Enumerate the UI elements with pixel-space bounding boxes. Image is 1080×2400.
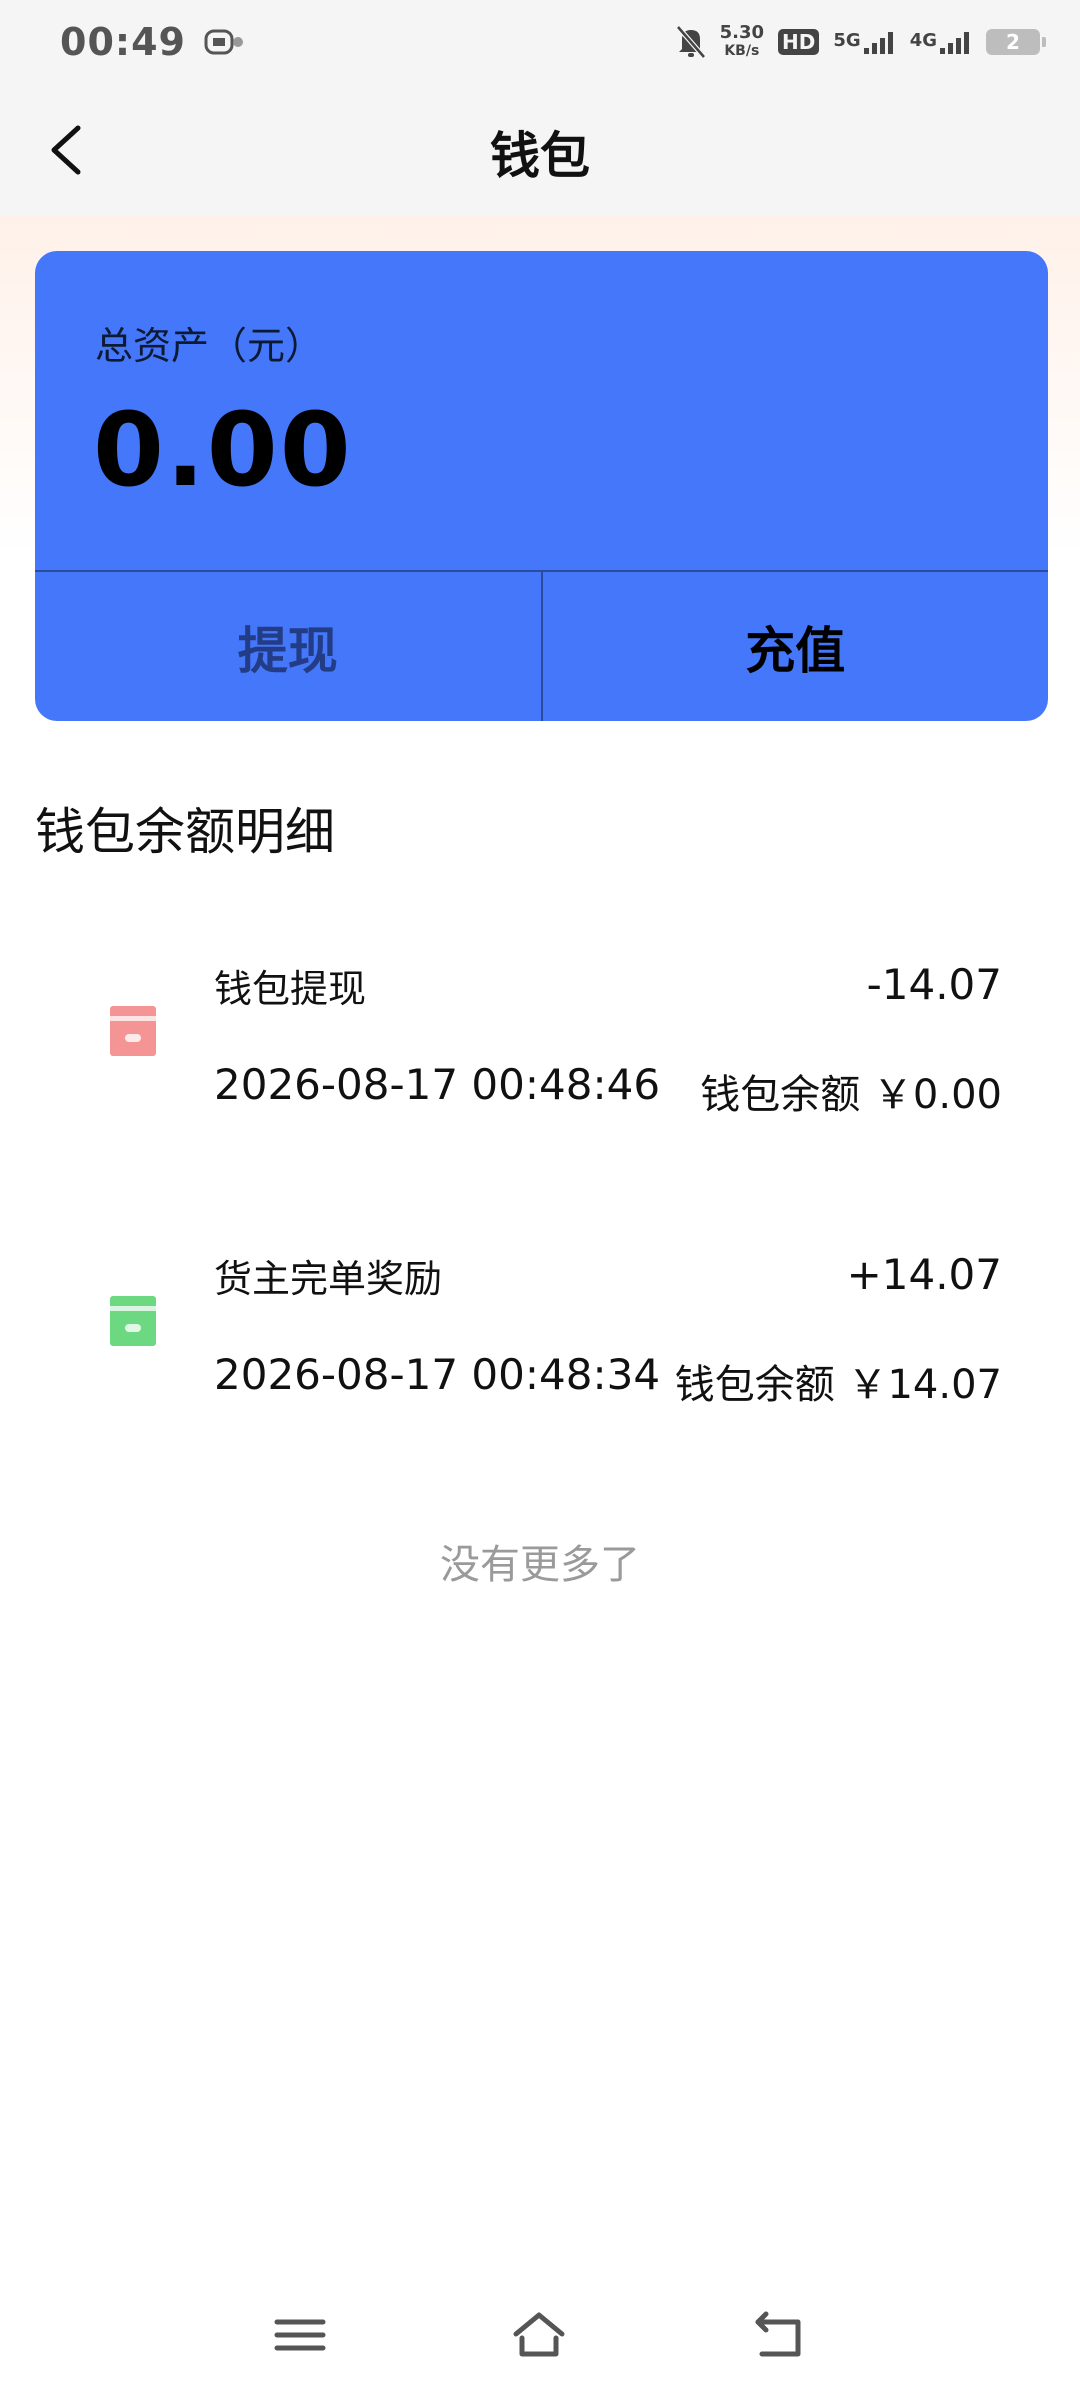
system-nav-bar <box>0 2290 1080 2380</box>
net-speed: 5.30 KB/s <box>720 24 764 60</box>
record-title: 钱包提现 <box>214 967 367 1011</box>
total-asset-label: 总资产（元） <box>95 324 324 368</box>
signal-5g-label: 5G <box>833 30 861 51</box>
recharge-button[interactable]: 充值 <box>543 572 1049 721</box>
status-bar: 00:49 5.30 KB/s HD 5G 4G 2 <box>0 0 1080 84</box>
net-speed-value: 5.30 <box>719 22 765 43</box>
battery-icon: 2 <box>986 29 1046 55</box>
signal-4g-icon: 4G <box>910 30 972 54</box>
signal-4g-label: 4G <box>909 30 937 51</box>
total-asset-value: 0.00 <box>93 391 353 510</box>
back-icon[interactable] <box>752 2310 806 2360</box>
net-speed-unit: KB/s <box>724 43 760 59</box>
menu-icon[interactable] <box>273 2310 327 2360</box>
signal-5g-icon: 5G <box>833 30 895 54</box>
nav-bar: 钱包 <box>0 84 1080 216</box>
battery-level: 2 <box>1006 30 1020 54</box>
withdraw-card-icon <box>110 1006 156 1056</box>
status-indicators: 5.30 KB/s HD 5G 4G 2 <box>675 24 1046 60</box>
page-title: 钱包 <box>490 127 590 185</box>
home-icon[interactable] <box>512 2310 566 2360</box>
record-balance: 钱包余额 ￥14.07 <box>674 1362 1002 1408</box>
record-time: 2026-08-17 00:48:34 <box>214 1350 661 1399</box>
record-title: 货主完单奖励 <box>214 1257 443 1301</box>
record-amount: -14.07 <box>866 960 1002 1009</box>
reward-card-icon <box>110 1296 156 1346</box>
record-balance: 钱包余额 ￥0.00 <box>700 1072 1002 1118</box>
withdraw-button[interactable]: 提现 <box>35 572 543 721</box>
record-amount: +14.07 <box>846 1250 1002 1299</box>
no-more-text: 没有更多了 <box>440 1542 640 1588</box>
balance-details-title: 钱包余额明细 <box>35 803 335 861</box>
mute-bell-icon <box>675 25 706 59</box>
list-item[interactable]: 货主完单奖励 +14.07 2026-08-17 00:48:34 钱包余额 ￥… <box>0 1230 1080 1430</box>
hd-icon: HD <box>778 29 820 55</box>
record-time: 2026-08-17 00:48:46 <box>214 1060 661 1109</box>
card-actions: 提现 充值 <box>35 570 1048 721</box>
robot-icon <box>204 29 243 55</box>
list-item[interactable]: 钱包提现 -14.07 2026-08-17 00:48:46 钱包余额 ￥0.… <box>0 940 1080 1140</box>
asset-card: 总资产（元） 0.00 提现 充值 <box>35 251 1048 721</box>
status-time: 00:49 <box>60 20 186 64</box>
